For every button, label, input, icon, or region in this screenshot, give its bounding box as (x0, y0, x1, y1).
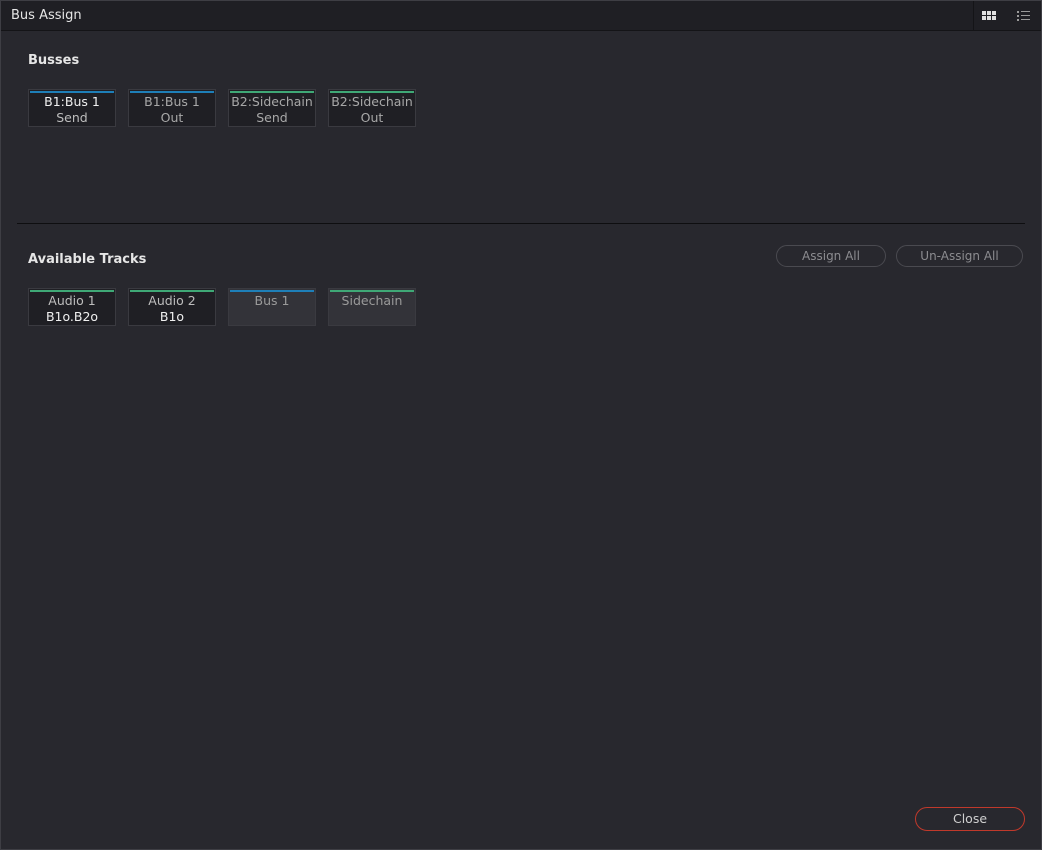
tile-line1: Audio 1 (48, 293, 96, 308)
track-tile-sidechain[interactable]: Sidechain (328, 288, 416, 326)
tile-line2: Out (160, 110, 184, 125)
track-tile-audio-2[interactable]: Audio 2 B1o (128, 288, 216, 326)
tile-accent-bar (330, 91, 414, 93)
tile-accent-bar (30, 91, 114, 93)
tile-line2: B1o (159, 309, 185, 324)
busses-heading: Busses (28, 53, 80, 68)
list-view-icon (1016, 10, 1030, 21)
assign-all-button[interactable]: Assign All (776, 245, 886, 267)
tile-accent-bar (30, 290, 114, 292)
tile-accent-bar (130, 290, 214, 292)
grid-view-button[interactable] (973, 1, 1004, 30)
tile-line1: B2:Sidechain (331, 94, 413, 109)
close-button[interactable]: Close (915, 807, 1025, 831)
bus-tile-b1-send[interactable]: B1:Bus 1 Send (28, 89, 116, 127)
grid-view-icon (982, 11, 996, 20)
bus-assign-dialog: Bus Assign Busses B1:Bus 1 Send B1:Bus 1… (0, 0, 1042, 850)
tile-accent-bar (330, 290, 414, 292)
tile-line1: Bus 1 (254, 293, 290, 308)
tile-accent-bar (230, 91, 314, 93)
track-tile-audio-1[interactable]: Audio 1 B1o.B2o (28, 288, 116, 326)
tile-accent-bar (130, 91, 214, 93)
bus-tile-b2-out[interactable]: B2:Sidechain Out (328, 89, 416, 127)
section-divider (17, 223, 1025, 224)
available-tracks-heading: Available Tracks (28, 252, 147, 267)
list-view-button[interactable] (1008, 1, 1038, 30)
dialog-title: Bus Assign (11, 8, 82, 23)
tile-line2: Send (256, 110, 288, 125)
tile-line1: B2:Sidechain (231, 94, 313, 109)
tile-line1: Audio 2 (148, 293, 196, 308)
bus-tile-b2-send[interactable]: B2:Sidechain Send (228, 89, 316, 127)
tile-accent-bar (230, 290, 314, 292)
tile-line1: Sidechain (341, 293, 403, 308)
track-tile-bus-1[interactable]: Bus 1 (228, 288, 316, 326)
tile-line2: Out (360, 110, 384, 125)
tile-line2: B1o.B2o (45, 309, 99, 324)
unassign-all-button[interactable]: Un-Assign All (896, 245, 1023, 267)
bus-tile-b1-out[interactable]: B1:Bus 1 Out (128, 89, 216, 127)
tile-line1: B1:Bus 1 (44, 94, 100, 109)
tile-line1: B1:Bus 1 (144, 94, 200, 109)
title-bar: Bus Assign (1, 1, 1041, 31)
tile-line2: Send (56, 110, 88, 125)
